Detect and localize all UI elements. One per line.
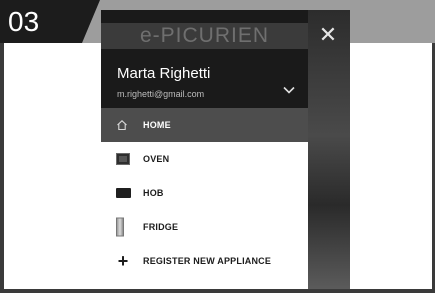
- menu-item-register-appliance[interactable]: + REGISTER NEW APPLIANCE: [101, 244, 308, 278]
- plus-icon: +: [117, 251, 129, 271]
- home-icon: [116, 119, 128, 131]
- menu-item-label: HOME: [143, 120, 171, 130]
- hob-icon: [116, 188, 131, 198]
- menu-item-label: OVEN: [143, 154, 170, 164]
- chevron-down-icon[interactable]: [283, 84, 295, 96]
- menu-item-oven[interactable]: OVEN: [101, 142, 308, 176]
- menu-item-fridge[interactable]: FRIDGE: [101, 210, 308, 244]
- user-name: Marta Righetti: [117, 65, 211, 82]
- oven-icon: [116, 153, 130, 165]
- menu-item-label: FRIDGE: [143, 222, 179, 232]
- user-email: m.righetti@gmail.com: [117, 89, 205, 99]
- drawer-header: e-PICURIEN Marta Righetti m.righetti@gma…: [101, 10, 308, 108]
- fridge-icon: [116, 217, 124, 237]
- menu-item-label: REGISTER NEW APPLIANCE: [143, 256, 272, 266]
- app-logo: e-PICURIEN: [101, 23, 308, 49]
- phone-screen: ✕ e-PICURIEN Marta Righetti m.righetti@g…: [101, 10, 350, 289]
- frame-bottom-edge: [0, 289, 435, 293]
- menu-item-home[interactable]: HOME: [101, 108, 308, 142]
- background-photo: [308, 10, 350, 289]
- menu-item-hob[interactable]: HOB: [101, 176, 308, 210]
- close-button[interactable]: ✕: [313, 20, 343, 50]
- navigation-drawer: e-PICURIEN Marta Righetti m.righetti@gma…: [101, 10, 308, 289]
- frame-left-edge: [0, 43, 4, 293]
- menu-item-label: HOB: [143, 188, 164, 198]
